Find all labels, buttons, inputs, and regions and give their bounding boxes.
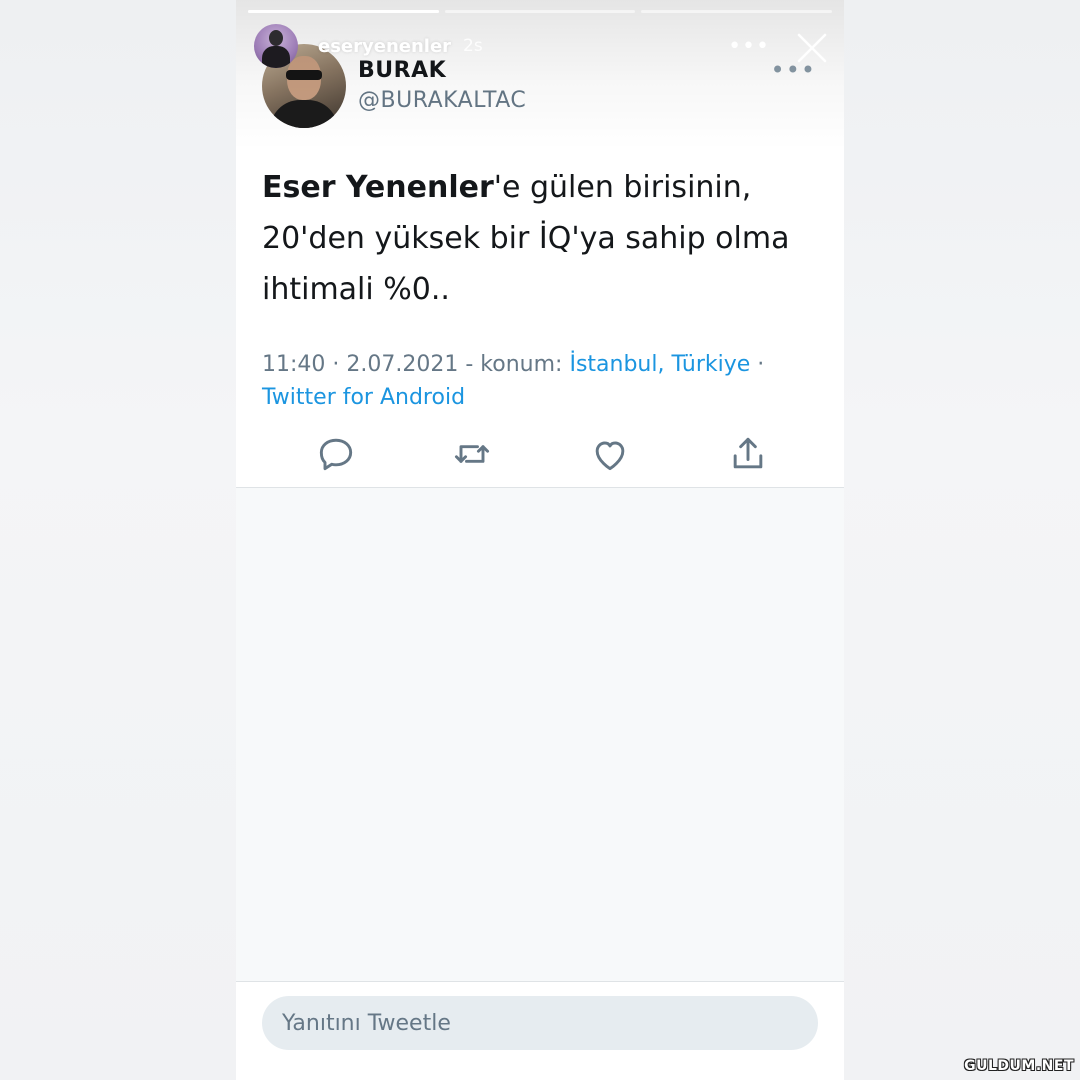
story-progress-fill	[248, 10, 439, 13]
watermark: GULDUM.NET	[964, 1058, 1074, 1074]
tweet-meta: 11:40 · 2.07.2021 - konum: İstanbul, Tür…	[262, 352, 765, 410]
background-right	[844, 0, 1080, 1080]
tweet-text: Eser Yenenler'e gülen birisinin, 20'den …	[262, 162, 822, 315]
story-username[interactable]: eseryenenler	[318, 36, 451, 57]
background-left	[0, 0, 236, 1080]
story-progress-segment	[248, 10, 439, 13]
retweet-icon[interactable]	[450, 432, 494, 476]
share-icon[interactable]	[726, 432, 770, 476]
tweet-text-mention: Eser Yenenler	[262, 170, 494, 205]
story-viewer: BURAK @BURAKALTAC ••• Eser Yenenler'e gü…	[236, 0, 844, 1080]
story-progress-segment	[641, 10, 833, 13]
tweet-date: 2.07.2021	[346, 352, 459, 377]
tweet-time: 11:40	[262, 352, 326, 377]
tweet-card: BURAK @BURAKALTAC ••• Eser Yenenler'e gü…	[236, 0, 844, 488]
story-avatar[interactable]	[254, 24, 298, 68]
story-header: eseryenenler 2s	[254, 24, 483, 68]
location-link[interactable]: İstanbul, Türkiye	[569, 352, 750, 377]
source-link[interactable]: Twitter for Android	[262, 385, 465, 410]
location-label: konum:	[480, 352, 563, 377]
author-handle[interactable]: @BURAKALTAC	[358, 88, 526, 113]
reply-bar	[236, 981, 844, 1080]
story-progress-segment	[444, 10, 636, 13]
like-icon[interactable]	[588, 432, 632, 476]
story-progress	[248, 10, 833, 13]
tweet-actions	[262, 432, 818, 476]
reply-input[interactable]	[262, 996, 818, 1050]
reply-icon[interactable]	[314, 432, 358, 476]
close-icon[interactable]	[792, 28, 832, 68]
more-horizontal-icon[interactable]: •••	[728, 34, 770, 59]
story-time: 2s	[463, 36, 483, 56]
